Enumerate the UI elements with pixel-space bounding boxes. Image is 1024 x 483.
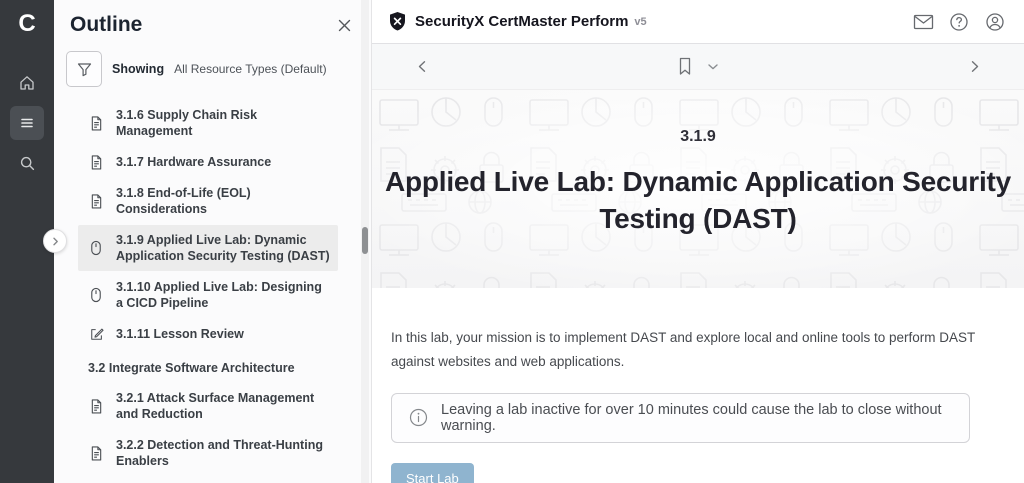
lesson-number: 3.1.9 — [372, 128, 1024, 146]
main-header: SecurityX CertMaster Perform v5 — [372, 0, 1024, 44]
lesson-content: In this lab, your mission is to implemen… — [372, 288, 1024, 483]
document-icon — [90, 116, 103, 131]
lesson-description: In this lab, your mission is to implemen… — [391, 326, 994, 375]
outline-item[interactable]: 3.1.8 End-of-Life (EOL) Considerations — [78, 178, 338, 224]
filter-showing-label: Showing — [112, 62, 164, 76]
main-area: SecurityX CertMaster Perform v5 — [372, 0, 1024, 483]
comptia-logo: C — [18, 8, 35, 36]
shield-brand-icon — [388, 11, 407, 32]
outline-item-label: 3.1.7 Hardware Assurance — [116, 154, 330, 170]
outline-list: 3.1.6 Supply Chain Risk Management 3.1.7 … — [54, 99, 371, 483]
lesson-toolbar — [372, 44, 1024, 90]
chevron-down-icon[interactable] — [707, 63, 719, 71]
outline-item-label: 3.1.6 Supply Chain Risk Management — [116, 107, 330, 139]
outline-item-label: 3.1.11 Lesson Review — [116, 326, 330, 342]
outline-section-header[interactable]: 3.2 Integrate Software Architecture — [78, 350, 338, 382]
outline-item[interactable]: 3.1.7 Hardware Assurance — [78, 147, 338, 177]
start-lab-button[interactable]: Start Lab — [391, 463, 474, 483]
document-icon — [90, 399, 103, 414]
outline-item[interactable]: 3.1.6 Supply Chain Risk Management — [78, 100, 338, 146]
outline-item-label: 3.1.8 End-of-Life (EOL) Considerations — [116, 185, 330, 217]
product-title: SecurityX CertMaster Perform — [415, 13, 628, 30]
info-icon — [409, 408, 428, 427]
filter-button[interactable] — [66, 51, 102, 87]
outline-item-label: 3.1.9 Applied Live Lab: Dynamic Applicat… — [116, 232, 330, 264]
mouse-icon — [90, 288, 102, 303]
document-icon — [90, 194, 103, 209]
outline-item[interactable]: 3.2.1 Attack Surface Management and Redu… — [78, 383, 338, 429]
outline-item-label: 3.2 Integrate Software Architecture — [88, 360, 338, 376]
lesson-hero-banner: 3.1.9 Applied Live Lab: Dynamic Applicat… — [372, 90, 1024, 288]
close-icon[interactable] — [333, 14, 355, 36]
mail-icon[interactable] — [908, 7, 938, 37]
scrollbar-thumb[interactable] — [362, 227, 368, 254]
product-version: v5 — [634, 16, 646, 28]
inactivity-notice: Leaving a lab inactive for over 10 minut… — [391, 393, 970, 443]
mouse-icon — [90, 241, 102, 256]
outline-item[interactable]: 3.1.10 Applied Live Lab: Designing a CIC… — [78, 272, 338, 318]
next-page-chevron-icon[interactable] — [960, 53, 988, 81]
contents-menu-icon[interactable] — [10, 106, 44, 140]
outline-title: Outline — [70, 13, 142, 37]
outline-item[interactable]: 3.1.11 Lesson Review — [78, 319, 338, 349]
bookmark-icon[interactable] — [677, 57, 693, 76]
previous-page-chevron-icon[interactable] — [408, 53, 436, 81]
document-icon — [90, 155, 103, 170]
edit-icon — [90, 327, 104, 341]
filter-row: Showing All Resource Types (Default) — [54, 47, 371, 87]
outline-panel: Outline Showing All Resource Types (Defa… — [54, 0, 372, 483]
outline-item-selected[interactable]: 3.1.9 Applied Live Lab: Dynamic Applicat… — [78, 225, 338, 271]
outline-item[interactable]: 3.2.3 Detection and Threat-Hunting Enabl… — [78, 477, 338, 483]
search-icon[interactable] — [10, 146, 44, 180]
outline-scrollbar[interactable] — [361, 0, 369, 483]
home-icon[interactable] — [10, 66, 44, 100]
app-window: C Outline Showing All Resource T — [0, 0, 1024, 483]
outline-item[interactable]: 3.2.2 Detection and Threat-Hunting Enabl… — [78, 430, 338, 476]
outline-item-label: 3.1.10 Applied Live Lab: Designing a CIC… — [116, 279, 330, 311]
notice-text: Leaving a lab inactive for over 10 minut… — [441, 402, 952, 434]
filter-value[interactable]: All Resource Types (Default) — [174, 62, 327, 76]
account-icon[interactable] — [980, 7, 1010, 37]
outline-item-label: 3.2.2 Detection and Threat-Hunting Enabl… — [116, 437, 330, 469]
outline-item-label: 3.2.1 Attack Surface Management and Redu… — [116, 390, 330, 422]
lesson-title: Applied Live Lab: Dynamic Application Se… — [378, 164, 1018, 238]
outline-header: Outline — [54, 0, 371, 47]
rail-nav — [10, 66, 44, 180]
panel-collapse-chevron-icon[interactable] — [43, 229, 67, 253]
help-icon[interactable] — [944, 7, 974, 37]
document-icon — [90, 446, 103, 461]
hero-content: 3.1.9 Applied Live Lab: Dynamic Applicat… — [372, 90, 1024, 238]
